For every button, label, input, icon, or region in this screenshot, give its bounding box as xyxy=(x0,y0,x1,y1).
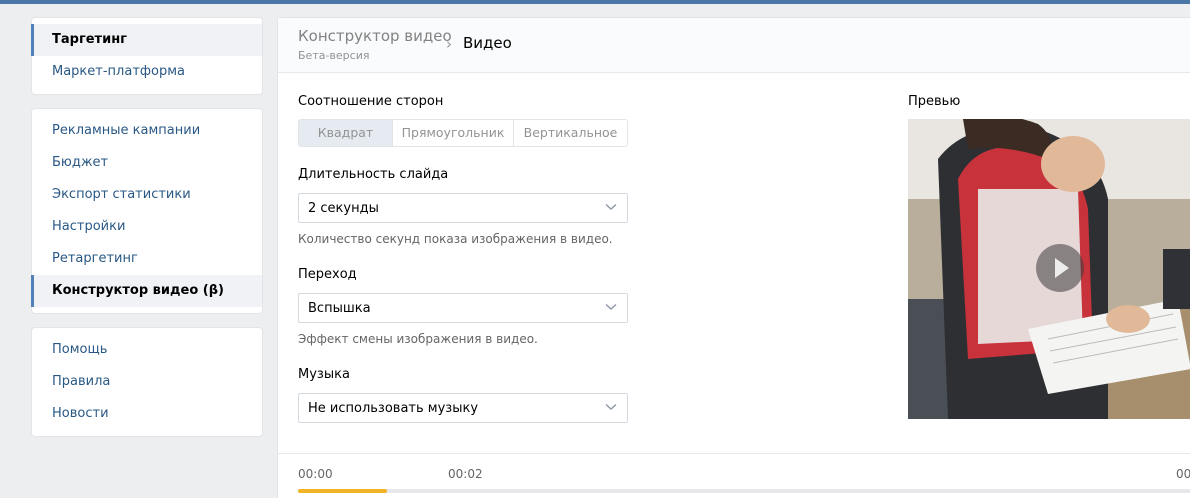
sidebar-item-video-constructor[interactable]: Конструктор видео (β) xyxy=(31,275,262,307)
slide-duration-hint: Количество секунд показа изображения в в… xyxy=(298,232,613,246)
aspect-ratio-segmented-control: Квадрат Прямоугольник Вертикальное xyxy=(298,119,628,147)
page-title: Видео xyxy=(463,34,512,52)
sidebar-item-targeting[interactable]: Таргетинг xyxy=(31,24,262,56)
breadcrumb-separator-icon: › xyxy=(446,35,452,53)
transition-select[interactable]: Вспышка xyxy=(298,293,628,323)
chevron-down-icon xyxy=(605,203,617,210)
timeline-time-end: 00 xyxy=(1176,467,1190,481)
sidebar-item-retargeting[interactable]: Ретаргетинг xyxy=(32,243,262,275)
play-icon[interactable] xyxy=(1036,244,1084,292)
music-value: Не использовать музыку xyxy=(308,401,479,416)
breadcrumb: Конструктор видео Бета-версия › Видео xyxy=(278,18,1190,73)
breadcrumb-parent-subtitle: Бета-версия xyxy=(298,49,370,62)
preview-video[interactable] xyxy=(908,119,1190,419)
sidebar-section-help: Помощь Правила Новости xyxy=(31,327,263,437)
timeline-time-start: 00:00 xyxy=(298,467,333,481)
transition-label: Переход xyxy=(298,267,357,282)
music-label: Музыка xyxy=(298,367,350,382)
sidebar-section-campaigns: Рекламные кампании Бюджет Экспорт статис… xyxy=(31,108,263,314)
sidebar-item-campaigns[interactable]: Рекламные кампании xyxy=(32,115,262,147)
sidebar-item-news[interactable]: Новости xyxy=(32,398,262,430)
preview-label: Превью xyxy=(908,94,961,109)
timeline-progress xyxy=(298,489,388,493)
sidebar-item-market-platform[interactable]: Маркет-платформа xyxy=(32,56,262,88)
sidebar-item-rules[interactable]: Правила xyxy=(32,366,262,398)
slide-duration-label: Длительность слайда xyxy=(298,167,449,182)
timeline-track[interactable] xyxy=(298,489,1190,493)
chevron-down-icon xyxy=(605,303,617,310)
transition-value: Вспышка xyxy=(308,301,371,316)
transition-hint: Эффект смены изображения в видео. xyxy=(298,332,538,346)
top-bar xyxy=(0,0,1190,4)
breadcrumb-parent-link[interactable]: Конструктор видео xyxy=(298,27,452,45)
sidebar-item-budget[interactable]: Бюджет xyxy=(32,147,262,179)
sidebar-item-help[interactable]: Помощь xyxy=(32,334,262,366)
aspect-option-rectangle[interactable]: Прямоугольник xyxy=(393,120,514,146)
sidebar-item-export-stats[interactable]: Экспорт статистики xyxy=(32,179,262,211)
slide-duration-select[interactable]: 2 секунды xyxy=(298,193,628,223)
aspect-ratio-label: Соотношение сторон xyxy=(298,94,444,109)
chevron-down-icon xyxy=(605,403,617,410)
music-select[interactable]: Не использовать музыку xyxy=(298,393,628,423)
timeline-time-mark: 00:02 xyxy=(448,467,483,481)
sidebar-item-settings[interactable]: Настройки xyxy=(32,211,262,243)
timeline-divider xyxy=(278,453,1190,454)
main-panel: Конструктор видео Бета-версия › Видео Со… xyxy=(277,17,1190,498)
sidebar-section-main: Таргетинг Маркет-платформа xyxy=(31,17,263,95)
aspect-option-vertical[interactable]: Вертикальное xyxy=(514,120,627,146)
slide-duration-value: 2 секунды xyxy=(308,201,379,216)
aspect-option-square[interactable]: Квадрат xyxy=(299,120,393,146)
